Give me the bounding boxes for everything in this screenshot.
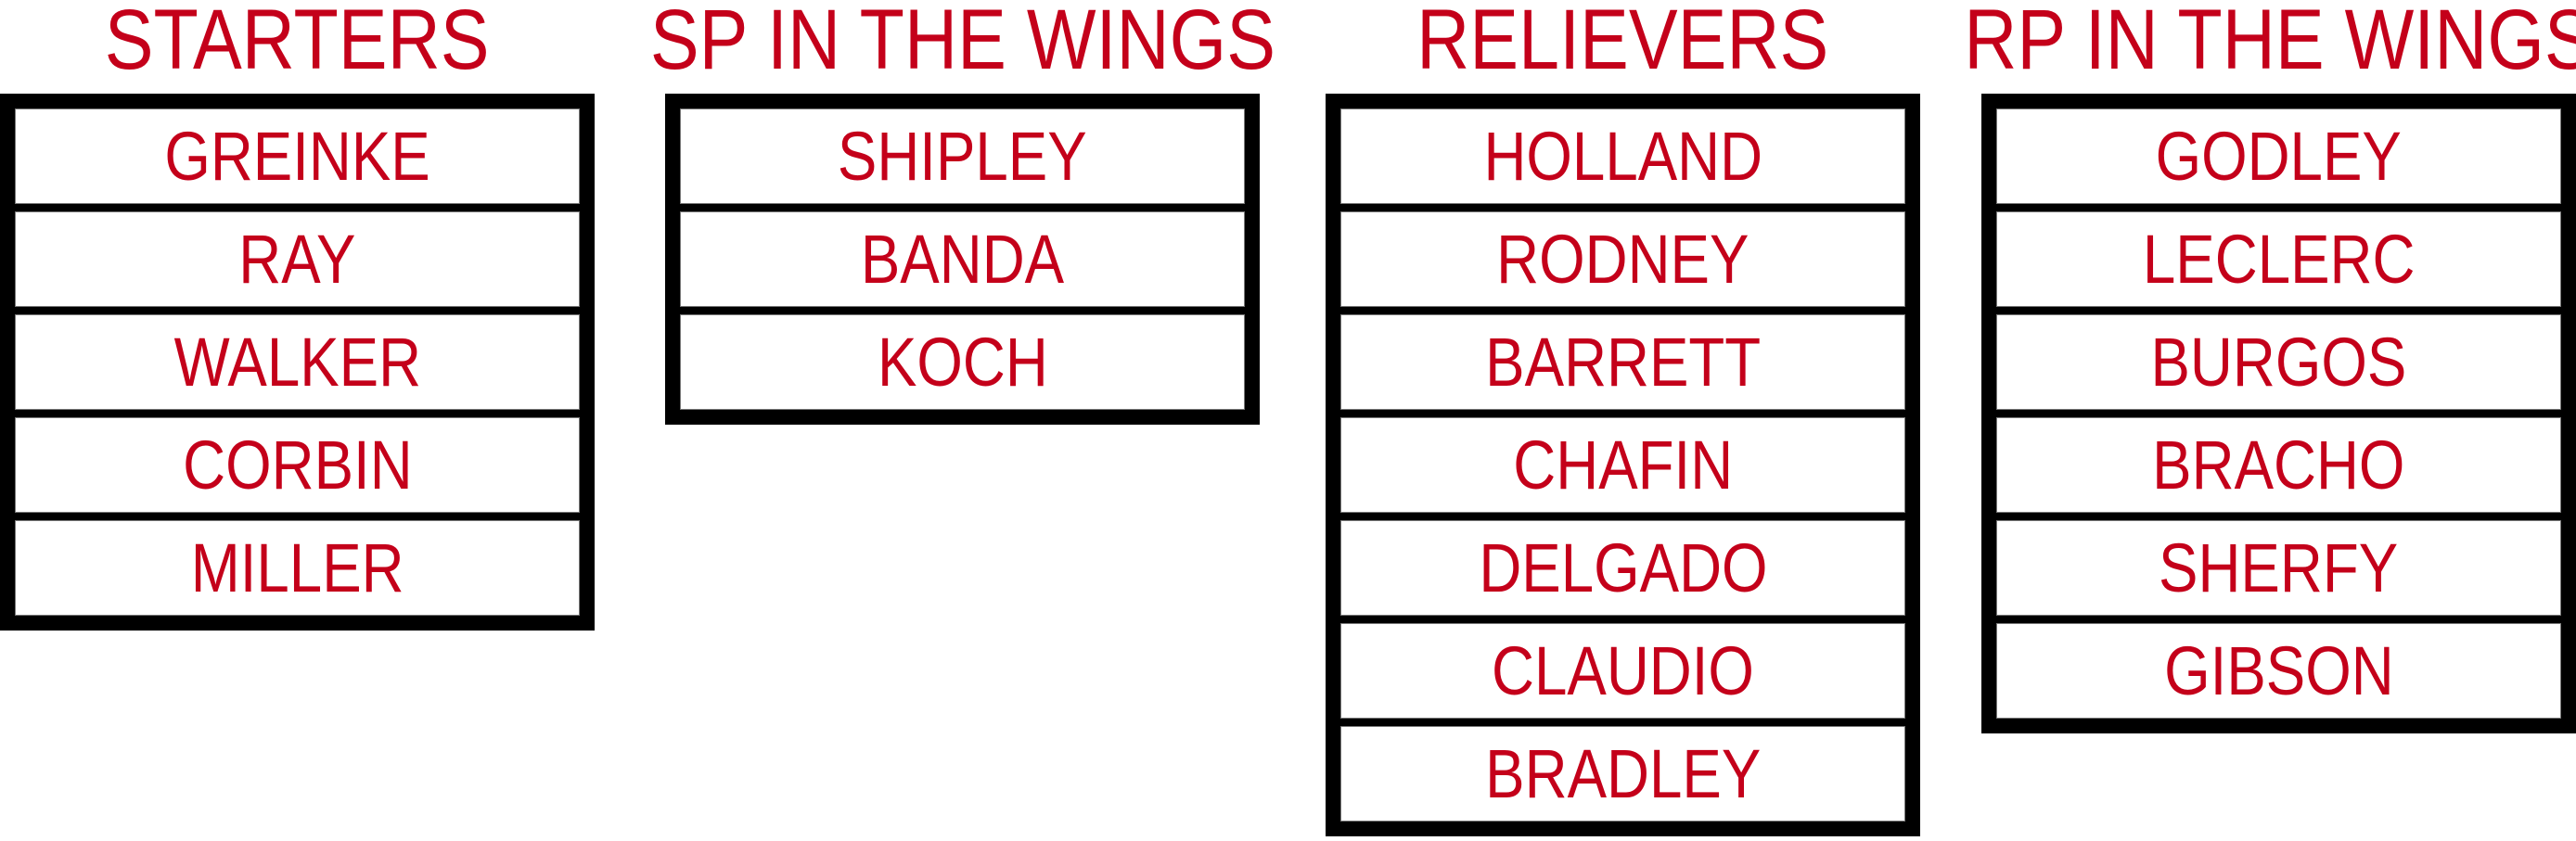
player-row: CLAUDIO [1340, 623, 1905, 719]
player-name: BARRETT [1484, 323, 1761, 401]
group-rp-in-the-wings: RP IN THE WINGS GODLEY LECLERC BURGOS BRACHO… [1964, 0, 2576, 733]
group-title: RELIEVERS [1326, 0, 1920, 94]
player-row: LECLERC [1996, 211, 2561, 307]
player-row: GREINKE [15, 108, 580, 204]
group-title-text: SP IN THE WINGS [649, 0, 1275, 87]
player-row: GODLEY [1996, 108, 2561, 204]
player-name: BRADLEY [1484, 734, 1762, 812]
player-row: CHAFIN [1340, 417, 1905, 513]
player-row: RAY [15, 211, 580, 307]
player-list: GREINKE RAY WALKER CORBIN MILLER [0, 94, 595, 631]
player-row: HOLLAND [1340, 108, 1905, 204]
player-name: WALKER [173, 323, 421, 401]
player-name: CHAFIN [1513, 426, 1733, 503]
player-name: GIBSON [2163, 631, 2394, 709]
player-name: KOCH [877, 323, 1048, 401]
player-name: CLAUDIO [1492, 631, 1754, 709]
group-title-text: RELIEVERS [1416, 0, 1829, 87]
player-name: HOLLAND [1483, 117, 1762, 195]
player-name: GREINKE [164, 117, 430, 195]
player-row: SHIPLEY [680, 108, 1245, 204]
player-name: MILLER [190, 529, 404, 606]
player-name: DELGADO [1478, 529, 1768, 606]
player-row: CORBIN [15, 417, 580, 513]
player-row: DELGADO [1340, 520, 1905, 616]
player-name: LECLERC [2142, 220, 2416, 298]
group-sp-in-the-wings: SP IN THE WINGS SHIPLEY BANDA KOCH [649, 0, 1275, 425]
player-list: HOLLAND RODNEY BARRETT CHAFIN DELGADO CLAUDIO… [1326, 94, 1920, 836]
player-row: SHERFY [1996, 520, 2561, 616]
player-row: BARRETT [1340, 314, 1905, 410]
player-name: BURGOS [2150, 323, 2407, 401]
player-name: GODLEY [2155, 117, 2403, 195]
player-row: GIBSON [1996, 623, 2561, 719]
player-name: RAY [238, 220, 356, 298]
player-list: GODLEY LECLERC BURGOS BRACHO SHERFY GIBSON [1981, 94, 2576, 733]
player-list: SHIPLEY BANDA KOCH [665, 94, 1260, 425]
player-row: MILLER [15, 520, 580, 616]
group-title: STARTERS [0, 0, 595, 94]
group-relievers: RELIEVERS HOLLAND RODNEY BARRETT CHAFIN DELGA… [1326, 0, 1920, 836]
group-title: SP IN THE WINGS [649, 0, 1275, 94]
player-name: SHERFY [2159, 529, 2399, 606]
group-starters: STARTERS GREINKE RAY WALKER CORBIN MILLER [0, 0, 595, 631]
player-row: KOCH [680, 314, 1245, 410]
player-name: RODNEY [1496, 220, 1749, 298]
group-title-text: RP IN THE WINGS [1964, 0, 2576, 87]
player-row: BRADLEY [1340, 726, 1905, 822]
player-name: BANDA [860, 220, 1065, 298]
player-name: SHIPLEY [838, 117, 1087, 195]
player-row: RODNEY [1340, 211, 1905, 307]
player-name: BRACHO [2152, 426, 2405, 503]
player-row: BURGOS [1996, 314, 2561, 410]
group-title: RP IN THE WINGS [1964, 0, 2576, 94]
player-name: CORBIN [182, 426, 413, 503]
group-title-text: STARTERS [105, 0, 490, 87]
player-row: BRACHO [1996, 417, 2561, 513]
player-row: WALKER [15, 314, 580, 410]
player-row: BANDA [680, 211, 1245, 307]
